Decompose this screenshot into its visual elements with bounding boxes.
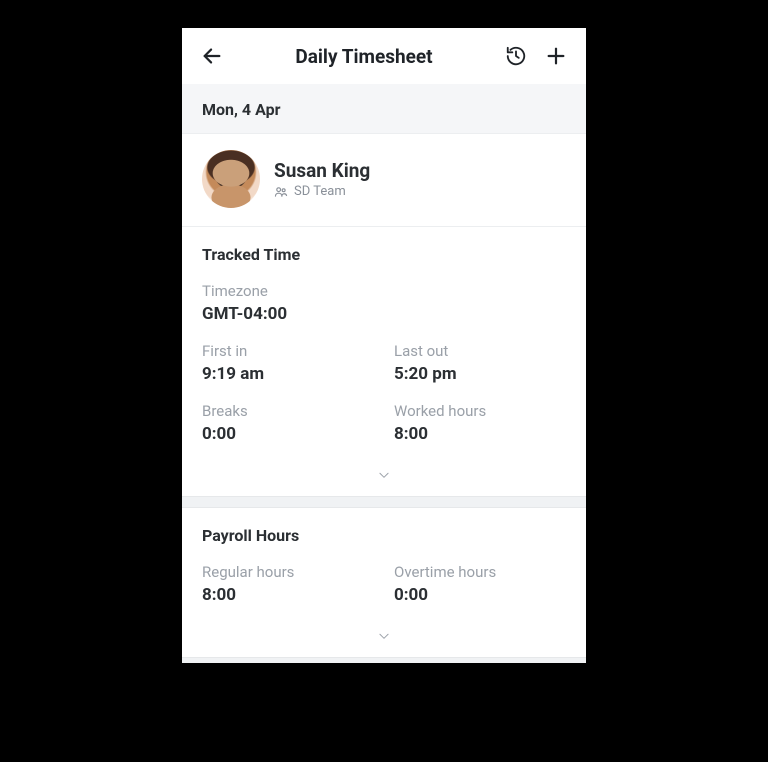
chevron-down-icon — [374, 468, 394, 482]
first-in-label: First in — [202, 342, 374, 360]
arrow-left-icon — [201, 45, 223, 67]
chevron-down-icon — [374, 629, 394, 643]
worked-hours-label: Worked hours — [394, 402, 566, 420]
payroll-expand-button[interactable] — [182, 615, 586, 657]
team-icon — [274, 185, 288, 199]
history-icon — [505, 45, 527, 67]
regular-hours-label: Regular hours — [202, 563, 374, 581]
user-name: Susan King — [274, 159, 370, 182]
regular-hours-value: 8:00 — [202, 585, 374, 605]
field-first-in: First in 9:19 am — [202, 342, 374, 384]
date-label: Mon, 4 Apr — [202, 100, 566, 119]
date-bar: Mon, 4 Apr — [182, 84, 586, 134]
app-screen: Daily Timesheet Mon, 4 Apr Susan King SD… — [182, 28, 586, 663]
tracked-expand-button[interactable] — [182, 454, 586, 496]
plus-icon — [545, 45, 567, 67]
overtime-hours-value: 0:00 — [394, 585, 566, 605]
top-bar: Daily Timesheet — [182, 28, 586, 84]
page-title: Daily Timesheet — [226, 45, 502, 68]
section-divider — [182, 496, 586, 508]
first-in-value: 9:19 am — [202, 364, 374, 384]
user-team: SD Team — [274, 184, 370, 199]
add-button[interactable] — [542, 42, 570, 70]
field-last-out: Last out 5:20 pm — [394, 342, 566, 384]
user-row[interactable]: Susan King SD Team — [182, 134, 586, 227]
overtime-hours-label: Overtime hours — [394, 563, 566, 581]
field-overtime-hours: Overtime hours 0:00 — [394, 563, 566, 605]
breaks-label: Breaks — [202, 402, 374, 420]
last-out-value: 5:20 pm — [394, 364, 566, 384]
payroll-section: Payroll Hours Regular hours 8:00 Overtim… — [182, 508, 586, 615]
history-button[interactable] — [502, 42, 530, 70]
field-worked-hours: Worked hours 8:00 — [394, 402, 566, 444]
user-team-label: SD Team — [294, 184, 346, 199]
bottom-divider — [182, 657, 586, 663]
payroll-title: Payroll Hours — [202, 526, 566, 545]
tracked-time-title: Tracked Time — [202, 245, 566, 264]
worked-hours-value: 8:00 — [394, 424, 566, 444]
payroll-card: Payroll Hours Regular hours 8:00 Overtim… — [182, 508, 586, 657]
last-out-label: Last out — [394, 342, 566, 360]
field-breaks: Breaks 0:00 — [202, 402, 374, 444]
back-button[interactable] — [198, 42, 226, 70]
user-meta: Susan King SD Team — [274, 159, 370, 199]
field-regular-hours: Regular hours 8:00 — [202, 563, 374, 605]
timezone-value: GMT-04:00 — [202, 304, 566, 324]
avatar — [202, 150, 260, 208]
breaks-value: 0:00 — [202, 424, 374, 444]
field-timezone: Timezone GMT-04:00 — [202, 282, 566, 324]
user-card: Susan King SD Team Tracked Time Timezone… — [182, 134, 586, 496]
timezone-label: Timezone — [202, 282, 566, 300]
tracked-time-section: Tracked Time Timezone GMT-04:00 First in… — [182, 227, 586, 454]
